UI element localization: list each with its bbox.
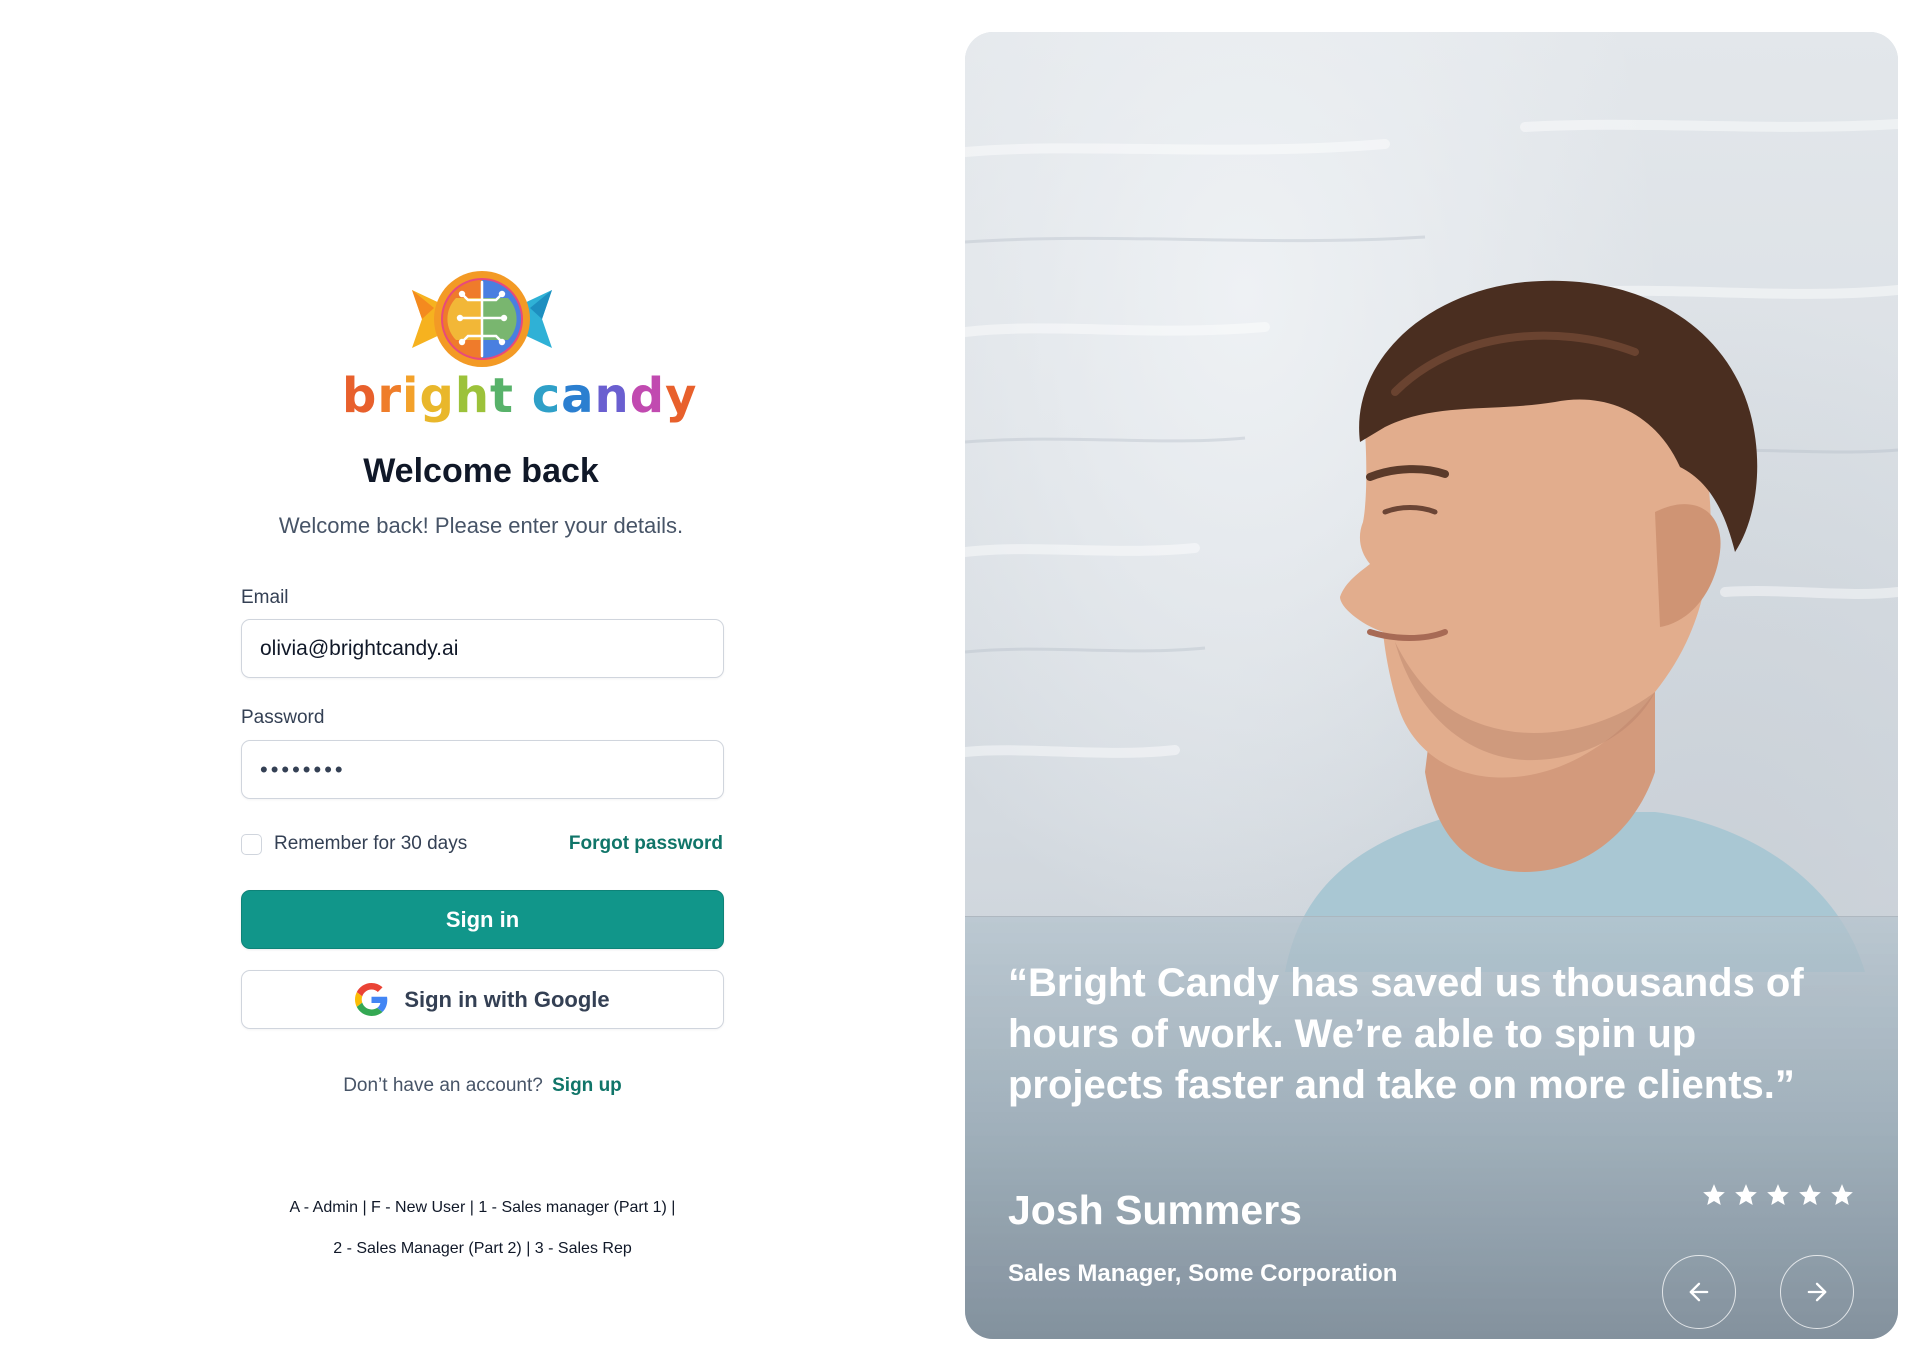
no-account-text: Don’t have an account?	[343, 1075, 543, 1096]
brand-logo: bright candy	[342, 268, 696, 428]
brand-letter: b	[342, 368, 378, 424]
person-photo	[1285, 280, 1865, 972]
rating-stars	[1701, 1182, 1855, 1208]
email-field[interactable]: olivia@brightcandy.ai	[241, 619, 724, 678]
google-sign-in-button[interactable]: Sign in with Google	[241, 970, 724, 1029]
brand-letter	[514, 368, 532, 424]
page-subtitle: Welcome back! Please enter your details.	[278, 513, 684, 538]
google-icon	[355, 983, 388, 1016]
arrow-right-icon	[1807, 1282, 1827, 1302]
email-value: olivia@brightcandy.ai	[260, 636, 459, 660]
brand-wordmark: bright candy	[342, 368, 696, 424]
forgot-password-link[interactable]: Forgot password	[569, 833, 723, 855]
brand-letter: t	[490, 368, 514, 424]
star-icon	[1831, 1184, 1853, 1205]
arrow-left-icon	[1689, 1282, 1709, 1302]
password-label: Password	[241, 707, 325, 728]
candy-brain-icon	[412, 271, 552, 367]
brand-letter: h	[454, 368, 491, 424]
star-icon	[1703, 1184, 1725, 1205]
brand-letter: a	[561, 368, 595, 424]
testimonial-author: Josh Summers	[1008, 1187, 1302, 1233]
brand-letter: i	[402, 368, 420, 424]
next-testimonial-button[interactable]	[1780, 1255, 1854, 1329]
testimonial-panel: “Bright Candy has saved us thousands of …	[965, 32, 1898, 1339]
remember-label[interactable]: Remember for 30 days	[274, 833, 467, 855]
brand-letter: r	[377, 368, 403, 424]
login-panel: bright candy Welcome back Welcome back! …	[0, 0, 960, 1365]
star-icon	[1799, 1184, 1821, 1205]
star-icon	[1735, 1184, 1757, 1205]
password-field[interactable]: ••••••••	[241, 740, 724, 799]
google-button-label: Sign in with Google	[404, 986, 610, 1012]
brand-letter: g	[419, 368, 455, 424]
star-icon	[1767, 1184, 1789, 1205]
shortcut-hints-line-1: A - Admin | F - New User | 1 - Sales man…	[289, 1199, 676, 1216]
shortcut-hints-line-2: 2 - Sales Manager (Part 2) | 3 - Sales R…	[333, 1240, 632, 1257]
testimonial-quote: “Bright Candy has saved us thousands of …	[1008, 961, 1804, 1107]
sign-up-link[interactable]: Sign up	[552, 1075, 622, 1096]
page-title: Welcome back	[363, 452, 599, 490]
remember-row: Remember for 30 days	[241, 833, 467, 855]
brand-letter: c	[531, 368, 562, 424]
brand-letter: n	[594, 368, 630, 424]
password-value: ••••••••	[260, 756, 346, 782]
signup-row: Don’t have an account? Sign up	[241, 1075, 724, 1097]
previous-testimonial-button[interactable]	[1662, 1255, 1736, 1329]
remember-checkbox[interactable]	[241, 833, 262, 855]
sign-in-button[interactable]: Sign in	[241, 890, 724, 949]
email-label: Email	[241, 587, 289, 608]
testimonial-role: Sales Manager, Some Corporation	[1008, 1260, 1398, 1287]
brand-letter: d	[629, 368, 666, 424]
brand-letter: y	[665, 368, 698, 424]
